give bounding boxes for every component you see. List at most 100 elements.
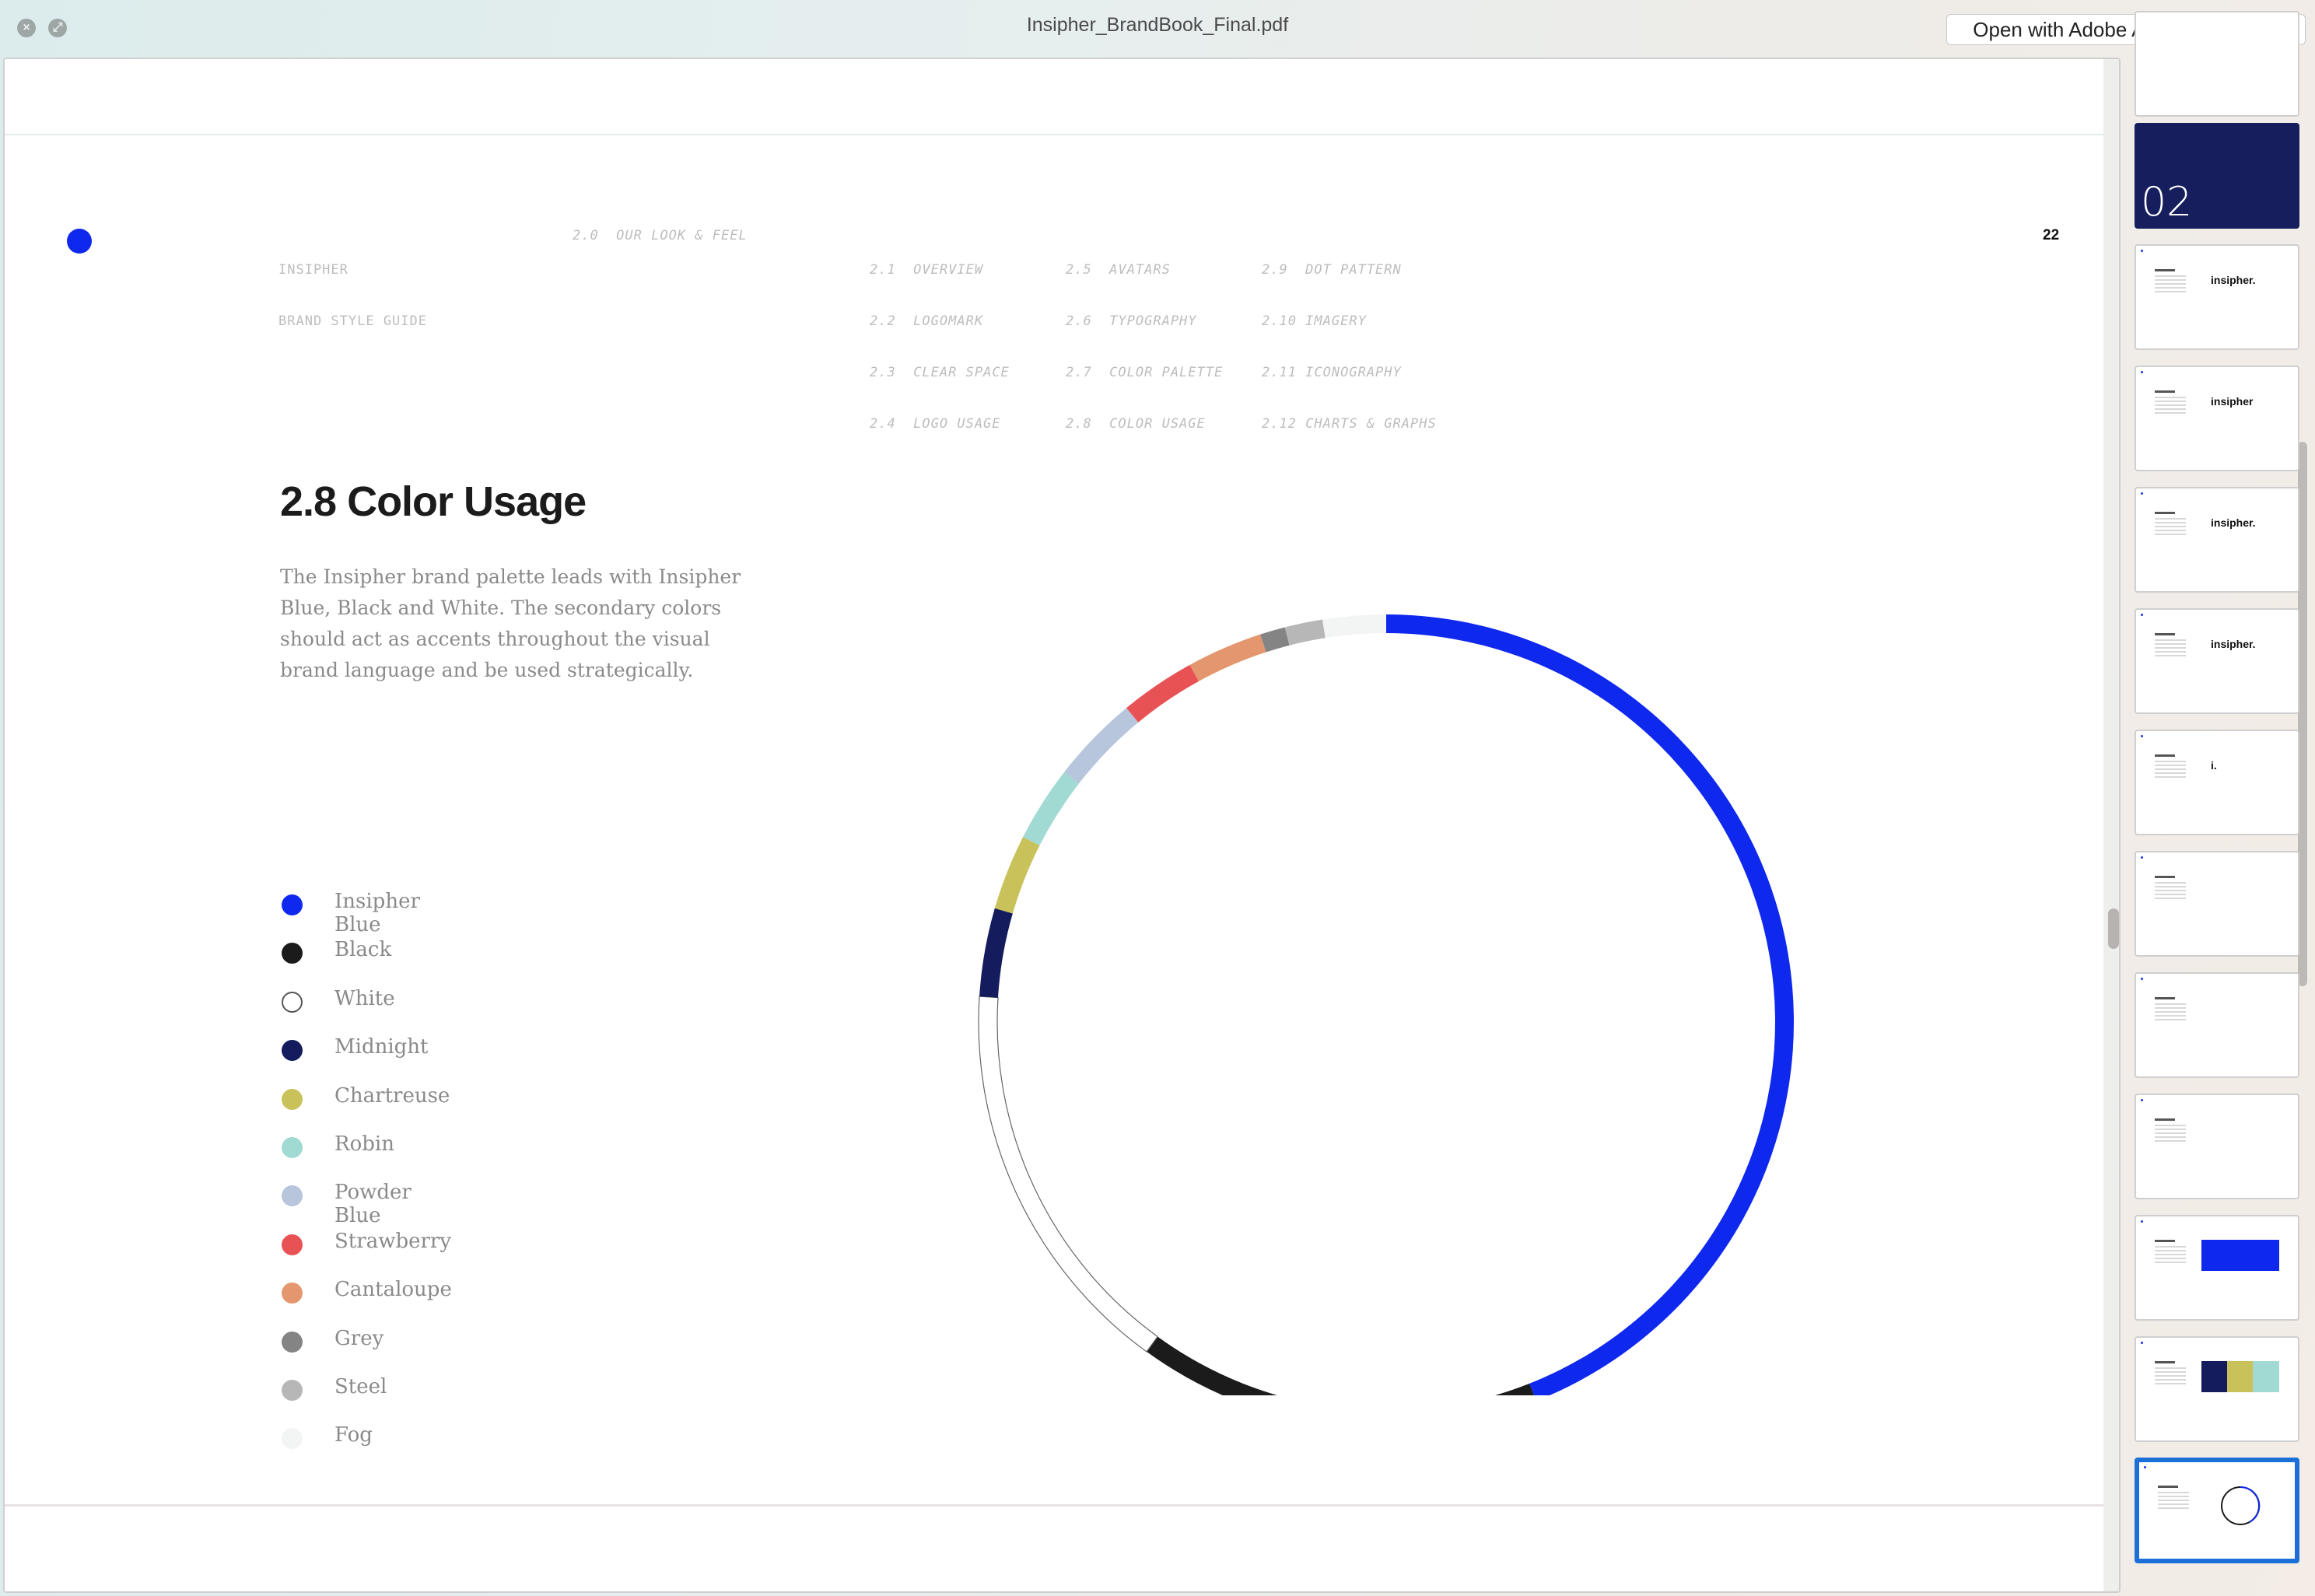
thumbnail-text — [2155, 269, 2186, 295]
legend-swatch — [282, 1331, 303, 1353]
legend-label: Insipher Blue — [334, 890, 420, 936]
page-thumbnail[interactable]: insipher. — [2135, 608, 2299, 714]
ring-segment-robin — [1023, 772, 1079, 846]
legend-label: Powder Blue — [334, 1181, 412, 1228]
header-brand: INSIPHER BRAND STYLE GUIDE — [278, 227, 427, 364]
thumbnail-dot-icon — [2141, 614, 2143, 616]
thumbnail-dot-icon — [2141, 371, 2143, 373]
legend-swatch — [282, 1185, 303, 1207]
legend-swatch — [282, 1428, 303, 1450]
toc-item: 2.9 DOT PATTERN — [1262, 262, 1402, 278]
page-thumbnail[interactable]: insipher — [2135, 366, 2299, 471]
document-scrollbar-thumb[interactable] — [2108, 908, 2119, 949]
thumbnail-text — [2155, 997, 2186, 1023]
ring-segment-black — [1147, 1336, 1535, 1395]
pdf-page: INSIPHER BRAND STYLE GUIDE 2.0 OUR LOOK … — [5, 135, 2103, 1504]
legend-label: Cantaloupe — [334, 1278, 452, 1302]
brand-line-2: BRAND STYLE GUIDE — [278, 313, 427, 329]
thumbnail-swatches — [2201, 1361, 2279, 1392]
toc-item: 2.10 IMAGERY — [1262, 313, 1367, 329]
legend-swatch — [282, 894, 303, 915]
title-bar: × ⤢ Insipher_BrandBook_Final.pdf Open wi… — [0, 0, 2315, 56]
thumbnail-text — [2155, 390, 2186, 416]
page-thumbnail[interactable]: insipher. — [2135, 487, 2299, 593]
page-thumbnail[interactable]: insipher. — [2135, 244, 2299, 350]
legend-label: Black — [334, 938, 392, 962]
brand-line-1: INSIPHER — [278, 262, 348, 278]
toc-column-2: 2.5 AVATARS 2.6 TYPOGRAPHY 2.7 COLOR PAL… — [1066, 227, 1223, 467]
page-separator — [5, 1504, 2105, 1507]
page-thumbnail[interactable] — [2135, 1458, 2299, 1563]
thumbnail-text — [2155, 633, 2186, 659]
thumbnail-text — [2155, 1118, 2186, 1144]
page-thumbnail[interactable]: i. — [2135, 730, 2299, 835]
ring-segment-steel — [1284, 619, 1326, 646]
ring-segment-powder-blue — [1063, 708, 1139, 784]
intro-paragraph: The Insipher brand palette leads with In… — [280, 565, 741, 681]
page-thumbnail[interactable] — [2135, 1336, 2299, 1442]
thumbnail-label: i. — [2211, 759, 2217, 772]
thumbnail-dot-icon — [2141, 735, 2143, 737]
thumbnail-text — [2155, 754, 2186, 780]
ring-segment-fog — [1322, 614, 1386, 639]
thumbnail-label: 02 — [2141, 179, 2193, 226]
page-number: 22 — [2043, 227, 2060, 243]
ring-segment-insipher-blue — [1386, 614, 1794, 1395]
legend-swatch — [282, 1040, 303, 1062]
thumbnail-swatches — [2201, 1240, 2279, 1271]
ring-segment-chartreuse — [994, 837, 1040, 914]
color-usage-ring-chart — [978, 614, 1794, 1395]
legend-label: Midnight — [334, 1035, 429, 1059]
legend-swatch — [282, 1088, 303, 1110]
thumbnail-label: insipher. — [2211, 638, 2256, 650]
ring-segment-white — [978, 996, 1158, 1353]
legend-label: Steel — [334, 1374, 387, 1398]
thumbnail-dot-icon — [2141, 492, 2143, 495]
document-viewer[interactable]: INSIPHER BRAND STYLE GUIDE 2.0 OUR LOOK … — [3, 58, 2121, 1593]
legend-label: Fog — [334, 1423, 373, 1447]
toc-column-3: 2.9 DOT PATTERN 2.10 IMAGERY 2.11 ICONOG… — [1262, 227, 1437, 467]
legend-label: Chartreuse — [334, 1083, 450, 1108]
thumbnail-dot-icon — [2141, 250, 2143, 252]
thumbnail-dot-icon — [2141, 856, 2143, 859]
thumbnail-dot-icon — [2141, 1342, 2143, 1344]
header-section: 2.0 OUR LOOK & FEEL — [573, 228, 748, 243]
thumbnail-text — [2155, 876, 2186, 901]
thumbnail-dot-icon — [2141, 978, 2143, 980]
thumbnail-ring — [2221, 1486, 2261, 1525]
legend-label: Grey — [334, 1326, 384, 1350]
page-thumbnail[interactable] — [2135, 1215, 2299, 1321]
toc-item: 2.3 CLEAR SPACE — [870, 365, 1010, 380]
thumbnail-text — [2155, 1361, 2186, 1387]
toc-item: 2.1 OVERVIEW — [870, 262, 984, 278]
toc-item: 2.7 COLOR PALETTE — [1066, 365, 1224, 380]
thumbnail-text — [2158, 1486, 2189, 1511]
page-thumbnail[interactable] — [2135, 851, 2299, 957]
page-thumbnail[interactable] — [2135, 1094, 2299, 1199]
thumbnail-dot-icon — [2144, 1466, 2146, 1468]
legend-swatch — [282, 1283, 303, 1304]
thumbnail-label: insipher — [2211, 395, 2254, 408]
legend-label: Robin — [334, 1132, 394, 1156]
legend-swatch — [282, 943, 303, 964]
thumbnail-text — [2155, 1240, 2186, 1265]
page-thumbnail[interactable] — [2135, 11, 2299, 117]
thumbnail-dot-icon — [2141, 1220, 2143, 1223]
legend-label: White — [334, 986, 395, 1010]
thumbnail-label: insipher. — [2211, 516, 2256, 529]
document-scrollbar-track[interactable] — [2103, 59, 2119, 1591]
page-thumbnail[interactable] — [2135, 972, 2299, 1078]
legend-swatch — [282, 1136, 303, 1158]
page-heading: 2.8 Color Usage — [280, 478, 587, 525]
toc-item: 2.11 ICONOGRAPHY — [1262, 365, 1402, 380]
toc-item: 2.6 TYPOGRAPHY — [1066, 313, 1197, 329]
toc-item: 2.2 LOGOMARK — [870, 313, 984, 329]
brand-dot-icon — [67, 229, 92, 254]
thumbnail-sidebar[interactable]: 02 insipher. insipher insipher. insipher. i. — [2122, 11, 2315, 1596]
page-thumbnail[interactable]: 02 — [2135, 123, 2299, 229]
ring-segment-strawberry — [1126, 664, 1200, 723]
legend-label: Strawberry — [334, 1229, 452, 1253]
toc-item: 2.8 COLOR USAGE — [1066, 416, 1206, 432]
toc-item: 2.5 AVATARS — [1066, 262, 1171, 278]
legend-swatch — [282, 991, 303, 1013]
